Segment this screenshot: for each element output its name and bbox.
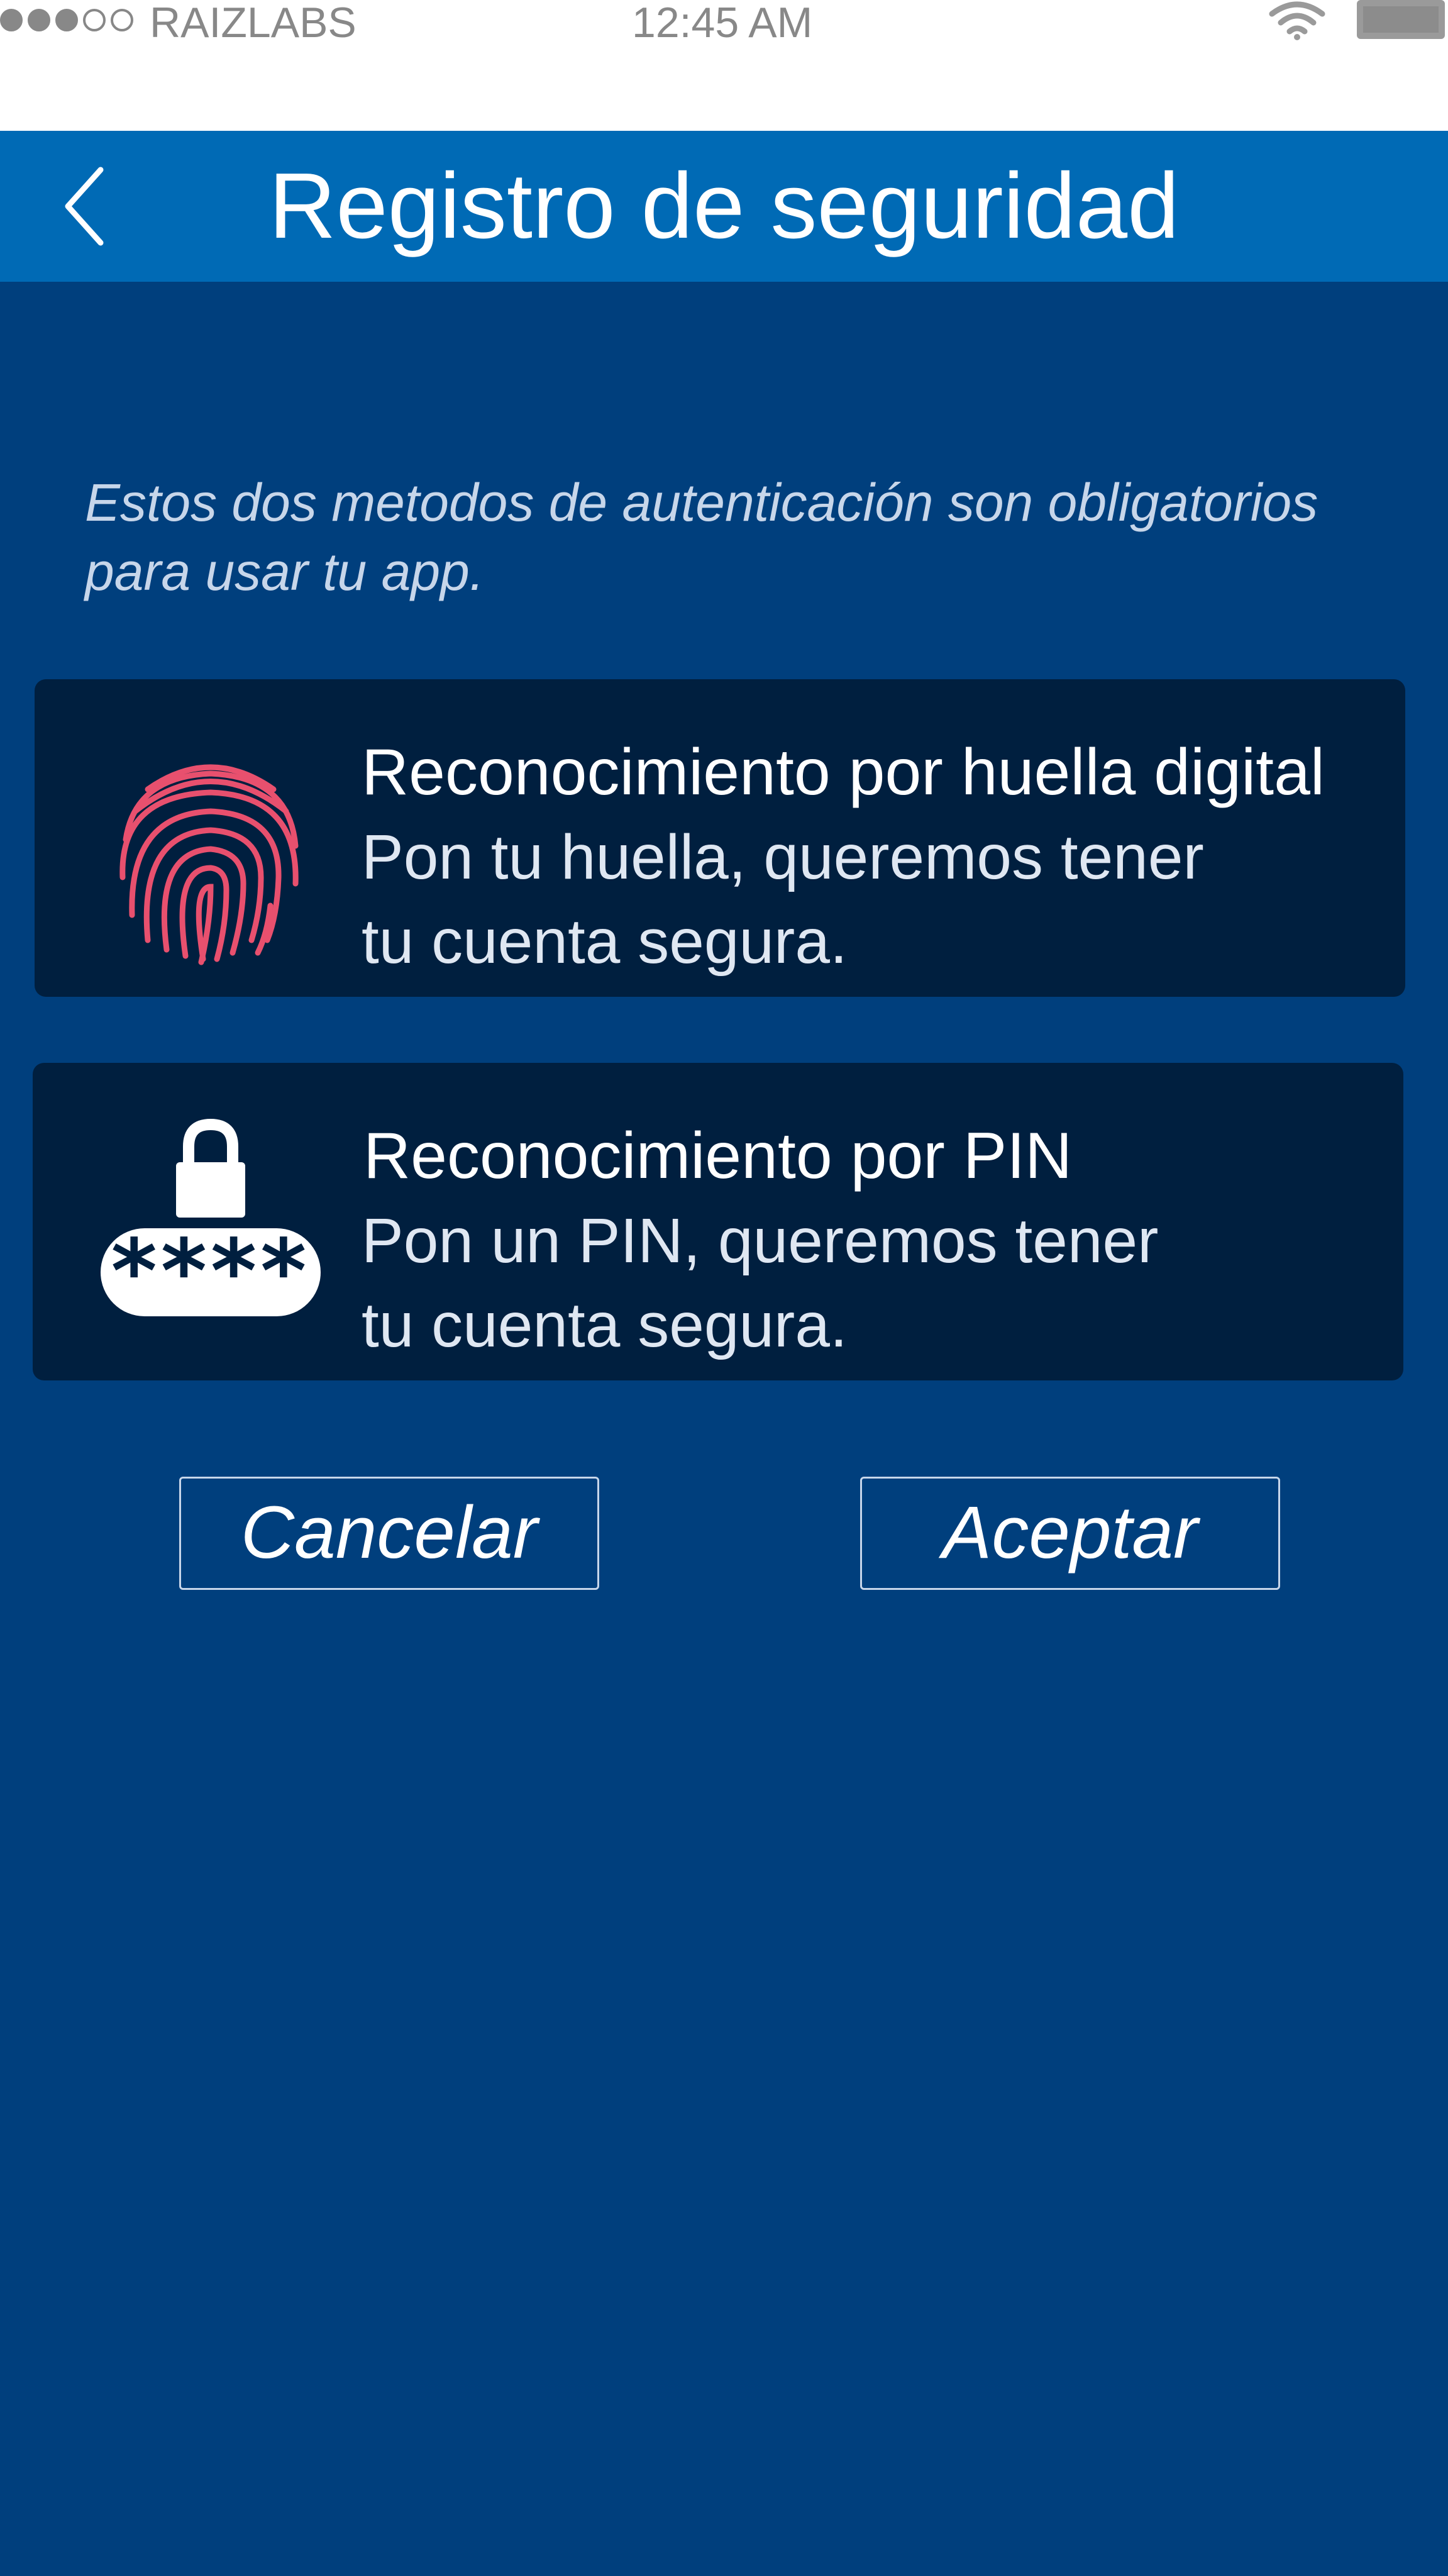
battery-icon: [1357, 0, 1445, 39]
pin-option-title: Reconocimiento por PIN: [363, 1119, 1073, 1192]
pin-mask: ****: [111, 1221, 311, 1319]
signal-strength-icon: [0, 9, 133, 31]
pin-option-card[interactable]: **** Reconocimiento por PIN Pon un PIN, …: [33, 1063, 1403, 1380]
status-time: 12:45 AM: [632, 0, 813, 47]
wifi-icon: [1269, 1, 1325, 40]
accept-button[interactable]: Aceptar: [860, 1477, 1280, 1590]
chevron-left-icon: [65, 167, 104, 246]
cancel-button[interactable]: Cancelar: [179, 1477, 599, 1590]
page-title: Registro de seguridad: [268, 154, 1180, 258]
navigation-bar: Registro de seguridad: [0, 131, 1448, 282]
fingerprint-option-description: Pon tu huella, queremos tener tu cuenta …: [362, 822, 1204, 977]
back-button[interactable]: [50, 162, 126, 250]
carrier-name: RAIZLABS: [150, 0, 356, 47]
phone-screen: RAIZLABS 12:45 AM Registro de seguridad …: [0, 0, 1448, 2576]
fingerprint-icon: [119, 764, 299, 965]
fingerprint-option-title: Reconocimiento por huella digital: [362, 736, 1325, 809]
fingerprint-option-card[interactable]: Reconocimiento por huella digital Pon tu…: [35, 679, 1405, 997]
pin-option-description: Pon un PIN, queremos tener tu cuenta seg…: [362, 1206, 1159, 1360]
lock-pin-icon: ****: [101, 1118, 321, 1319]
app-screen: Registro de seguridad Estos dos metodos …: [0, 131, 1448, 2576]
status-bar: RAIZLABS 12:45 AM: [0, 0, 1448, 50]
intro-text: Estos dos metodos de autenticación son o…: [85, 473, 1318, 601]
